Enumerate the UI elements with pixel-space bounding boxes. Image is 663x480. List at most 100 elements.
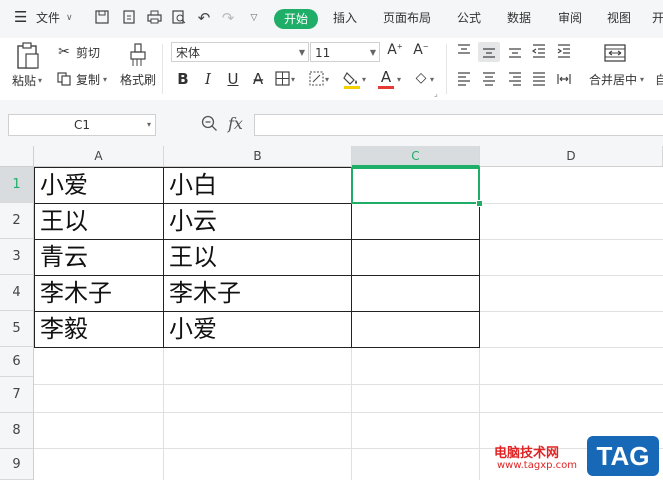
tab-home[interactable]: 开始: [274, 9, 318, 29]
gridline: [34, 384, 663, 385]
cell-a1[interactable]: 小爱: [35, 168, 163, 203]
increase-font-size-icon[interactable]: A+: [387, 42, 403, 58]
gridline: [480, 239, 663, 240]
print-icon[interactable]: [146, 10, 162, 26]
tab-review[interactable]: 审阅: [558, 8, 582, 28]
copy-dropdown-icon[interactable]: ▾: [103, 72, 107, 88]
cell-b1[interactable]: 小白: [164, 168, 351, 203]
cell-a3[interactable]: 青云: [35, 240, 163, 275]
column-header-d[interactable]: D: [480, 146, 663, 167]
strikethrough-icon[interactable]: A̶: [250, 70, 266, 88]
row-header-1[interactable]: 1: [0, 167, 34, 203]
tab-data[interactable]: 数据: [507, 8, 531, 28]
column-header-b[interactable]: B: [164, 146, 352, 167]
italic-button[interactable]: I: [200, 70, 216, 88]
chevron-down-icon[interactable]: ▾: [397, 72, 401, 88]
file-menu[interactable]: 文件: [36, 8, 60, 28]
scissors-icon[interactable]: ✂: [56, 44, 72, 60]
cell-style-icon[interactable]: [308, 71, 324, 87]
export-pdf-icon[interactable]: [121, 10, 137, 26]
watermark-tag-logo: TAG: [587, 436, 659, 476]
gridline: [34, 448, 663, 449]
cell-b5[interactable]: 小爱: [164, 312, 351, 347]
gridline: [480, 275, 663, 276]
row-header-9[interactable]: 9: [0, 449, 34, 480]
align-center-icon[interactable]: [480, 71, 498, 89]
row-header-8[interactable]: 8: [0, 413, 34, 449]
chevron-down-icon[interactable]: ▾: [291, 72, 295, 88]
font-size-value: 11: [315, 46, 331, 60]
chevron-down-icon[interactable]: ▾: [325, 72, 329, 88]
undo-icon[interactable]: ↶: [196, 10, 212, 26]
align-top-icon[interactable]: [455, 43, 473, 61]
bold-button[interactable]: B: [175, 70, 191, 88]
ribbon-separator: [162, 44, 163, 94]
hamburger-icon[interactable]: ☰: [14, 7, 27, 27]
row-header-7[interactable]: 7: [0, 377, 34, 413]
cell-a2[interactable]: 王以: [35, 204, 163, 239]
selected-cell-c1[interactable]: [351, 167, 480, 204]
gridline: [480, 347, 663, 348]
decrease-indent-icon[interactable]: [530, 43, 548, 61]
column-header-c[interactable]: C: [352, 146, 480, 167]
chevron-down-icon[interactable]: ▾: [362, 72, 366, 88]
copy-icon[interactable]: [56, 71, 72, 87]
print-preview-icon[interactable]: [171, 10, 187, 26]
tab-more[interactable]: 开: [652, 8, 663, 28]
cell-b4[interactable]: 李木子: [164, 276, 351, 311]
cut-button[interactable]: 剪切: [76, 45, 100, 61]
tab-page-layout[interactable]: 页面布局: [383, 8, 431, 28]
row-header-2[interactable]: 2: [0, 203, 34, 239]
decrease-font-size-icon[interactable]: A−: [413, 42, 429, 58]
row-header-3[interactable]: 3: [0, 239, 34, 275]
format-painter-button[interactable]: 格式刷: [120, 72, 156, 88]
zoom-search-icon[interactable]: [201, 115, 219, 133]
name-box-value: C1: [73, 118, 90, 132]
formula-input[interactable]: [254, 114, 663, 136]
borders-icon[interactable]: [274, 71, 290, 87]
align-middle-icon[interactable]: [478, 42, 500, 62]
format-painter-icon[interactable]: [128, 43, 148, 67]
customize-toolbar-icon[interactable]: ▽: [246, 10, 262, 26]
merge-dropdown-icon[interactable]: ▾: [640, 72, 644, 88]
row-header-4[interactable]: 4: [0, 275, 34, 311]
cell-a4[interactable]: 李木子: [35, 276, 163, 311]
watermark-url: www.tagxp.com: [497, 460, 577, 471]
select-all-corner[interactable]: [0, 146, 34, 167]
distributed-align-icon[interactable]: [555, 71, 573, 89]
cell-b3[interactable]: 王以: [164, 240, 351, 275]
increase-indent-icon[interactable]: [555, 43, 573, 61]
column-header-a[interactable]: A: [34, 146, 164, 167]
tab-insert[interactable]: 插入: [333, 8, 357, 28]
paste-dropdown-icon[interactable]: ▾: [38, 73, 42, 89]
row-header-5[interactable]: 5: [0, 311, 34, 347]
font-name-select[interactable]: 宋体 ▼: [171, 42, 309, 62]
chevron-down-icon[interactable]: ∨: [66, 8, 73, 28]
paste-icon[interactable]: [14, 42, 42, 70]
justify-icon[interactable]: [530, 71, 548, 89]
save-icon[interactable]: [94, 10, 110, 26]
row-header-6[interactable]: 6: [0, 347, 34, 377]
tab-formulas[interactable]: 公式: [457, 8, 481, 28]
fill-handle[interactable]: [476, 200, 483, 207]
ribbon-overflow-label[interactable]: 自: [655, 72, 663, 88]
font-color-icon[interactable]: A: [378, 68, 394, 89]
fill-color-icon[interactable]: [343, 70, 361, 90]
font-size-select[interactable]: 11 ▼: [310, 42, 380, 62]
align-left-icon[interactable]: [455, 71, 473, 89]
cell-a5[interactable]: 李毅: [35, 312, 163, 347]
underline-button[interactable]: U: [225, 70, 241, 88]
merge-center-icon[interactable]: [603, 43, 627, 65]
align-bottom-icon[interactable]: [506, 43, 524, 61]
tab-view[interactable]: 视图: [607, 8, 631, 28]
align-right-icon[interactable]: [506, 71, 524, 89]
gridline: [480, 203, 663, 204]
merge-center-button[interactable]: 合并居中: [589, 72, 637, 88]
paste-button[interactable]: 粘贴: [12, 73, 36, 89]
function-fx-button[interactable]: fx: [228, 114, 243, 133]
eraser-icon[interactable]: ◇: [412, 70, 430, 86]
redo-icon[interactable]: ↷: [220, 10, 236, 26]
name-box[interactable]: C1 ▾: [8, 114, 156, 136]
copy-button[interactable]: 复制: [76, 72, 100, 88]
cell-b2[interactable]: 小云: [164, 204, 351, 239]
